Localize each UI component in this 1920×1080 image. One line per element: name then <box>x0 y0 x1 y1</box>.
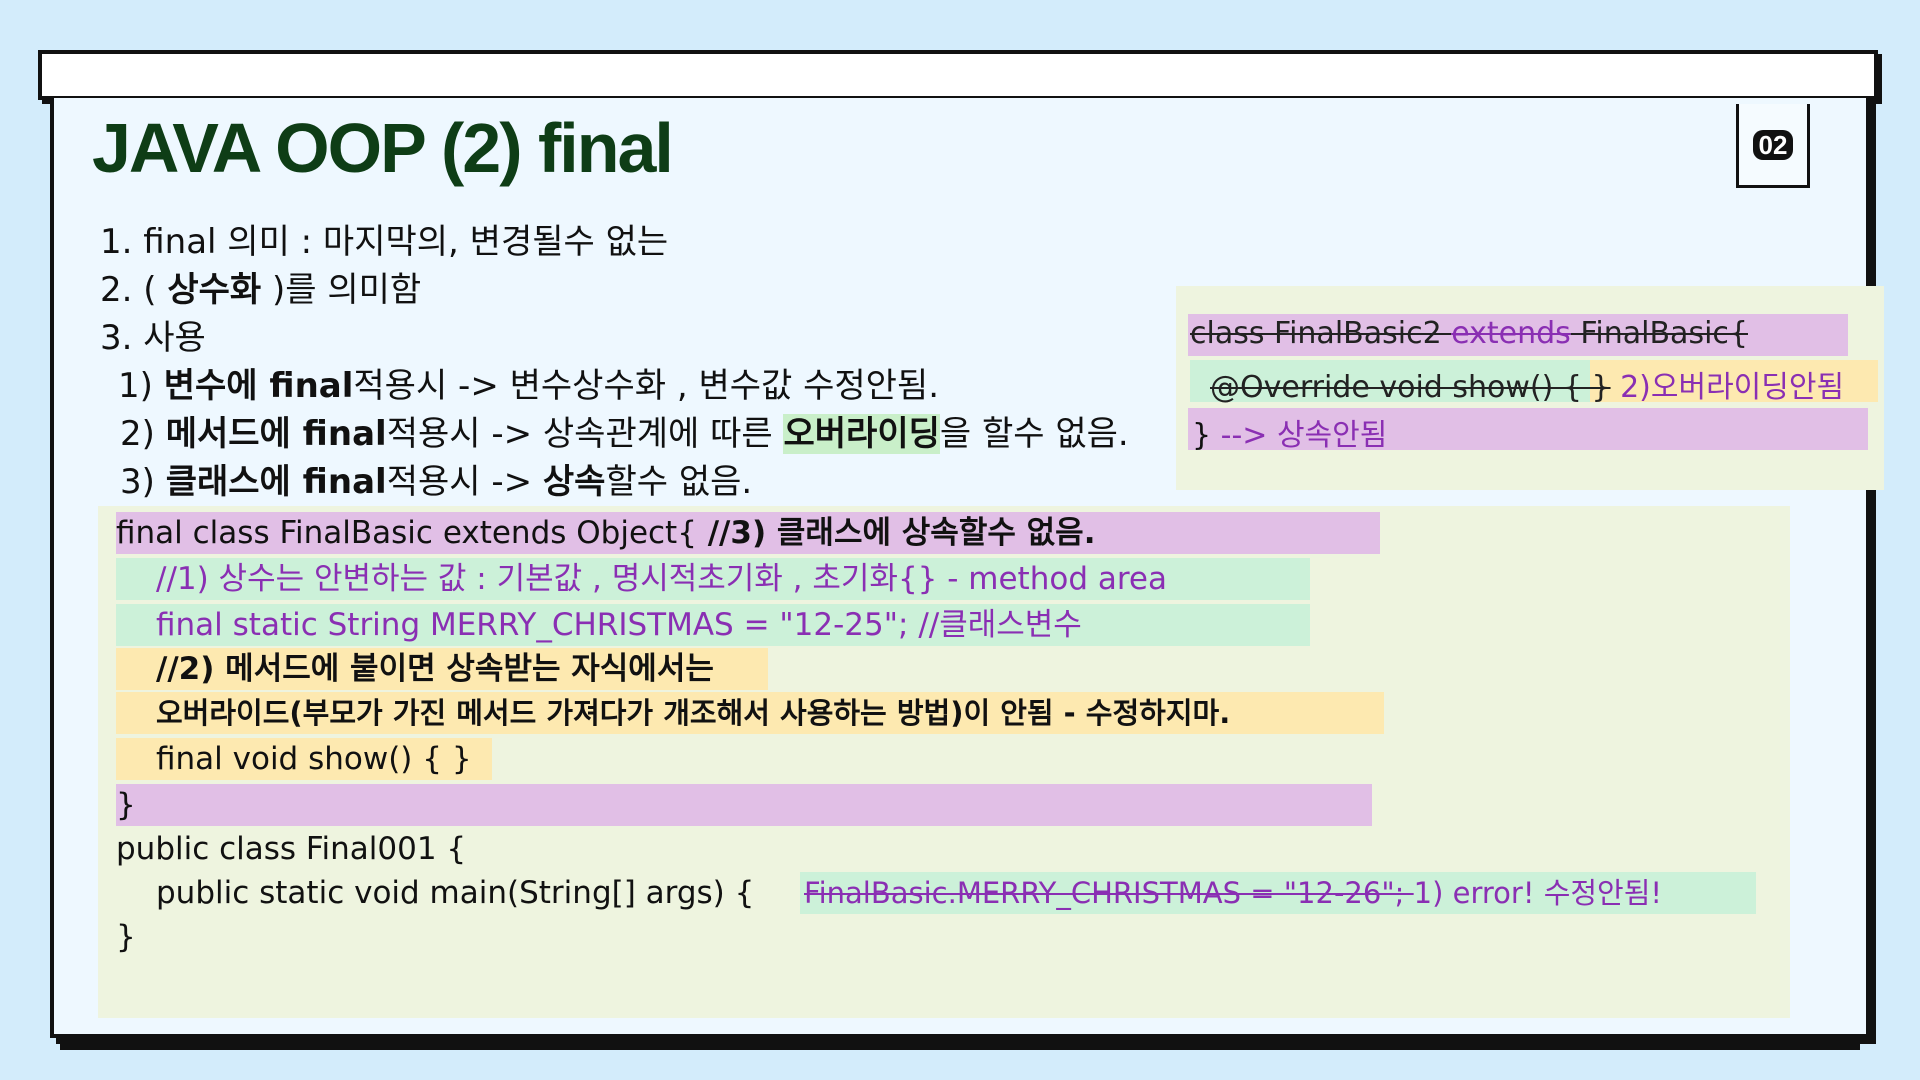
code-line-9: public static void main(String[] args) { <box>156 875 755 911</box>
code-line-10: } <box>116 919 136 955</box>
subclass-code-panel: class FinalBasic2 extends FinalBasic{ @O… <box>1176 286 1884 490</box>
page-number-badge: 02 <box>1736 104 1810 188</box>
page-title: JAVA OOP (2) final <box>92 109 674 187</box>
note-item-3: 3) 클래스에 final적용시 -> 상속할수 없음. <box>120 462 753 502</box>
slide-bottom-line <box>60 1044 1860 1050</box>
code-line-2: //1) 상수는 안변하는 값 : 기본값 , 명시적초기화 , 초기화{} -… <box>156 561 1167 597</box>
code-line-7: } <box>116 787 136 823</box>
note-line-2: 2. ( 상수화 )를 의미함 <box>100 270 422 310</box>
note-line-3: 3. 사용 <box>100 318 206 358</box>
code-panel: final class FinalBasic extends Object{ /… <box>98 506 1790 1018</box>
slide-top-bar <box>38 50 1878 100</box>
code-line-9-error: FinalBasic.MERRY_CHRISTMAS = "12-26"; 1)… <box>804 876 1663 910</box>
note-item-1: 1) 변수에 final적용시 -> 변수상수화 , 변수값 수정안됨. <box>118 366 940 406</box>
code-line-3: final static String MERRY_CHRISTMAS = "1… <box>156 607 1082 643</box>
subclass-declaration: class FinalBasic2 extends FinalBasic{ <box>1190 316 1748 351</box>
code-line-8: public class Final001 { <box>116 831 467 867</box>
code-line-1: final class FinalBasic extends Object{ /… <box>116 515 1096 551</box>
code-line-7-highlight <box>116 784 1372 826</box>
subclass-closing-line: } --> 상속안됨 <box>1192 418 1388 453</box>
page-number: 02 <box>1752 129 1794 160</box>
code-line-6: final void show() { } <box>156 741 472 777</box>
note-item-2: 2) 메서드에 final적용시 -> 상속관계에 따른 오버라이딩을 할수 없… <box>120 414 1129 454</box>
subclass-override-line: @Override void show() { } 2)오버라이딩안됨 <box>1210 370 1845 405</box>
code-line-5: 오버라이드(부모가 가진 메서드 가져다가 개조해서 사용하는 방법)이 안됨 … <box>156 696 1231 730</box>
note-line-1: 1. final 의미 : 마지막의, 변경될수 없는 <box>100 222 669 262</box>
code-line-4: //2) 메서드에 붙이면 상속받는 자식에서는 <box>156 651 714 687</box>
